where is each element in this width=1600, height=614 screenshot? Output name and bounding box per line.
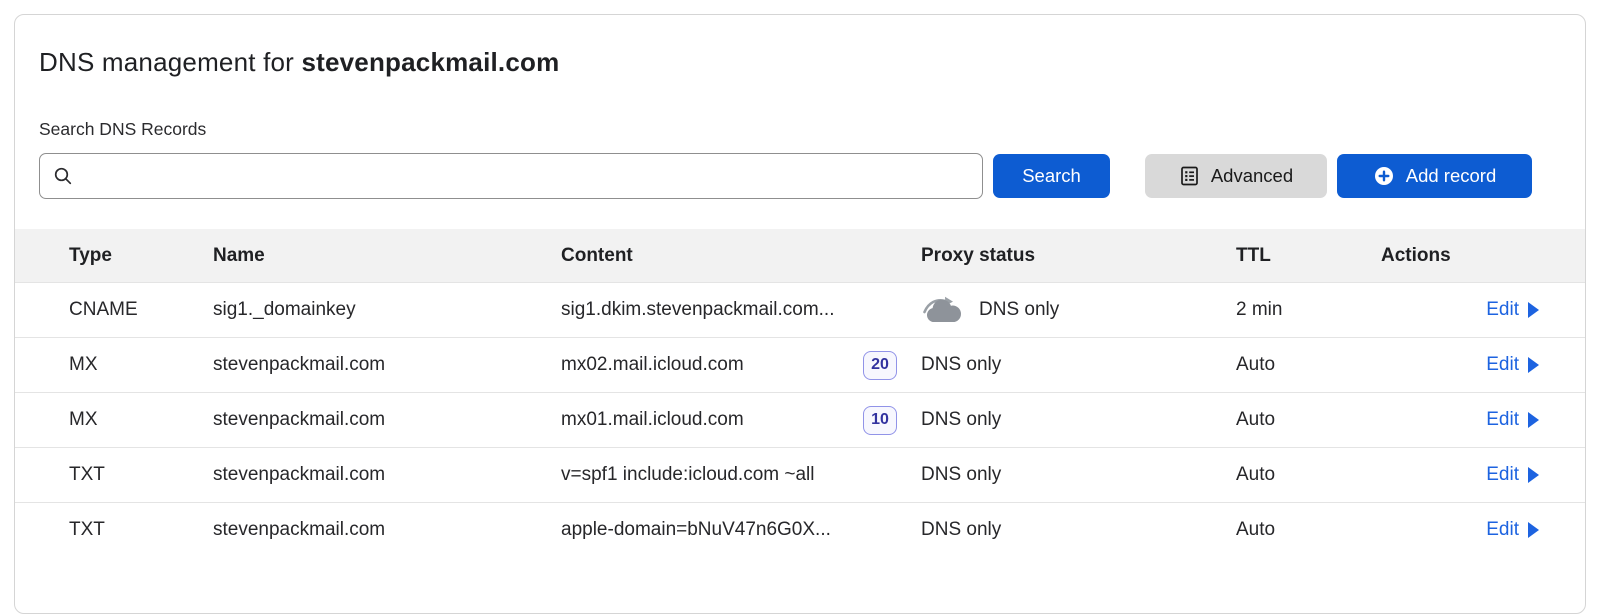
edit-button[interactable]: Edit (1486, 519, 1539, 541)
proxy-status-text: DNS only (921, 409, 1001, 431)
record-name: stevenpackmail.com (213, 354, 561, 376)
record-ttl: Auto (1236, 519, 1381, 541)
edit-button-label: Edit (1486, 409, 1519, 431)
add-record-button-label: Add record (1406, 165, 1497, 187)
record-content: v=spf1 include:icloud.com ~all (561, 464, 921, 486)
column-header-ttl: TTL (1236, 245, 1381, 267)
record-content-text: v=spf1 include:icloud.com ~all (561, 464, 814, 486)
table-row: CNAME sig1._domainkey sig1.dkim.stevenpa… (15, 282, 1585, 337)
dns-records-table: Type Name Content Proxy status TTL Actio… (15, 229, 1585, 557)
add-record-button[interactable]: Add record (1337, 154, 1532, 198)
advanced-list-icon (1179, 165, 1200, 187)
record-ttl: Auto (1236, 354, 1381, 376)
priority-badge: 10 (863, 406, 897, 435)
record-type: MX (69, 354, 213, 376)
edit-button-label: Edit (1486, 299, 1519, 321)
record-proxy-status: DNS only (921, 519, 1236, 541)
edit-button[interactable]: Edit (1486, 464, 1539, 486)
record-content: apple-domain=bNuV47n6G0X... (561, 519, 921, 541)
column-header-name: Name (213, 245, 561, 267)
proxy-status-text: DNS only (921, 464, 1001, 486)
search-icon (52, 165, 74, 187)
controls-row: Search Advanced Add record (39, 153, 1561, 199)
record-name: stevenpackmail.com (213, 409, 561, 431)
proxy-status-text: DNS only (979, 299, 1059, 321)
edit-chevron-icon (1528, 412, 1539, 428)
edit-chevron-icon (1528, 522, 1539, 538)
record-ttl: Auto (1236, 464, 1381, 486)
record-proxy-status: DNS only (921, 409, 1236, 431)
record-content: sig1.dkim.stevenpackmail.com... (561, 299, 921, 321)
edit-chevron-icon (1528, 357, 1539, 373)
table-row: MX stevenpackmail.com mx02.mail.icloud.c… (15, 337, 1585, 392)
search-label: Search DNS Records (39, 119, 1585, 140)
record-proxy-status: DNS only (921, 295, 1236, 325)
plus-circle-icon (1373, 165, 1395, 187)
table-header-row: Type Name Content Proxy status TTL Actio… (15, 229, 1585, 282)
edit-button[interactable]: Edit (1486, 354, 1539, 376)
record-type: TXT (69, 519, 213, 541)
edit-button-label: Edit (1486, 354, 1519, 376)
table-row: TXT stevenpackmail.com v=spf1 include:ic… (15, 447, 1585, 502)
priority-badge: 20 (863, 351, 897, 380)
record-type: CNAME (69, 299, 213, 321)
record-name: sig1._domainkey (213, 299, 561, 321)
record-type: MX (69, 409, 213, 431)
record-type: TXT (69, 464, 213, 486)
dns-management-card: DNS management for stevenpackmail.com Se… (14, 14, 1586, 614)
page-title-domain: stevenpackmail.com (301, 47, 559, 77)
record-proxy-status: DNS only (921, 464, 1236, 486)
record-content-text: mx02.mail.icloud.com (561, 354, 744, 376)
record-content-text: mx01.mail.icloud.com (561, 409, 744, 431)
edit-chevron-icon (1528, 302, 1539, 318)
page-title-prefix: DNS management for (39, 47, 301, 77)
record-name: stevenpackmail.com (213, 464, 561, 486)
table-row: MX stevenpackmail.com mx01.mail.icloud.c… (15, 392, 1585, 447)
edit-button[interactable]: Edit (1486, 409, 1539, 431)
record-proxy-status: DNS only (921, 354, 1236, 376)
record-content: mx02.mail.icloud.com 20 (561, 351, 921, 380)
edit-button[interactable]: Edit (1486, 299, 1539, 321)
column-header-content: Content (561, 245, 921, 267)
record-content: mx01.mail.icloud.com 10 (561, 406, 921, 435)
table-row: TXT stevenpackmail.com apple-domain=bNuV… (15, 502, 1585, 557)
record-content-text: sig1.dkim.stevenpackmail.com... (561, 299, 835, 321)
edit-button-label: Edit (1486, 464, 1519, 486)
record-name: stevenpackmail.com (213, 519, 561, 541)
proxy-status-text: DNS only (921, 354, 1001, 376)
proxy-status-text: DNS only (921, 519, 1001, 541)
dns-only-cloud-icon (921, 295, 965, 325)
column-header-proxy: Proxy status (921, 245, 1236, 267)
edit-chevron-icon (1528, 467, 1539, 483)
column-header-type: Type (69, 245, 213, 267)
record-ttl: Auto (1236, 409, 1381, 431)
advanced-button[interactable]: Advanced (1145, 154, 1327, 198)
record-content-text: apple-domain=bNuV47n6G0X... (561, 519, 831, 541)
search-button[interactable]: Search (993, 154, 1110, 198)
record-ttl: 2 min (1236, 299, 1381, 321)
table-body: CNAME sig1._domainkey sig1.dkim.stevenpa… (15, 282, 1585, 557)
column-header-actions: Actions (1381, 245, 1539, 267)
search-box[interactable] (39, 153, 983, 199)
search-input[interactable] (82, 154, 970, 198)
edit-button-label: Edit (1486, 519, 1519, 541)
page-title: DNS management for stevenpackmail.com (39, 47, 1585, 78)
advanced-button-label: Advanced (1211, 165, 1293, 187)
